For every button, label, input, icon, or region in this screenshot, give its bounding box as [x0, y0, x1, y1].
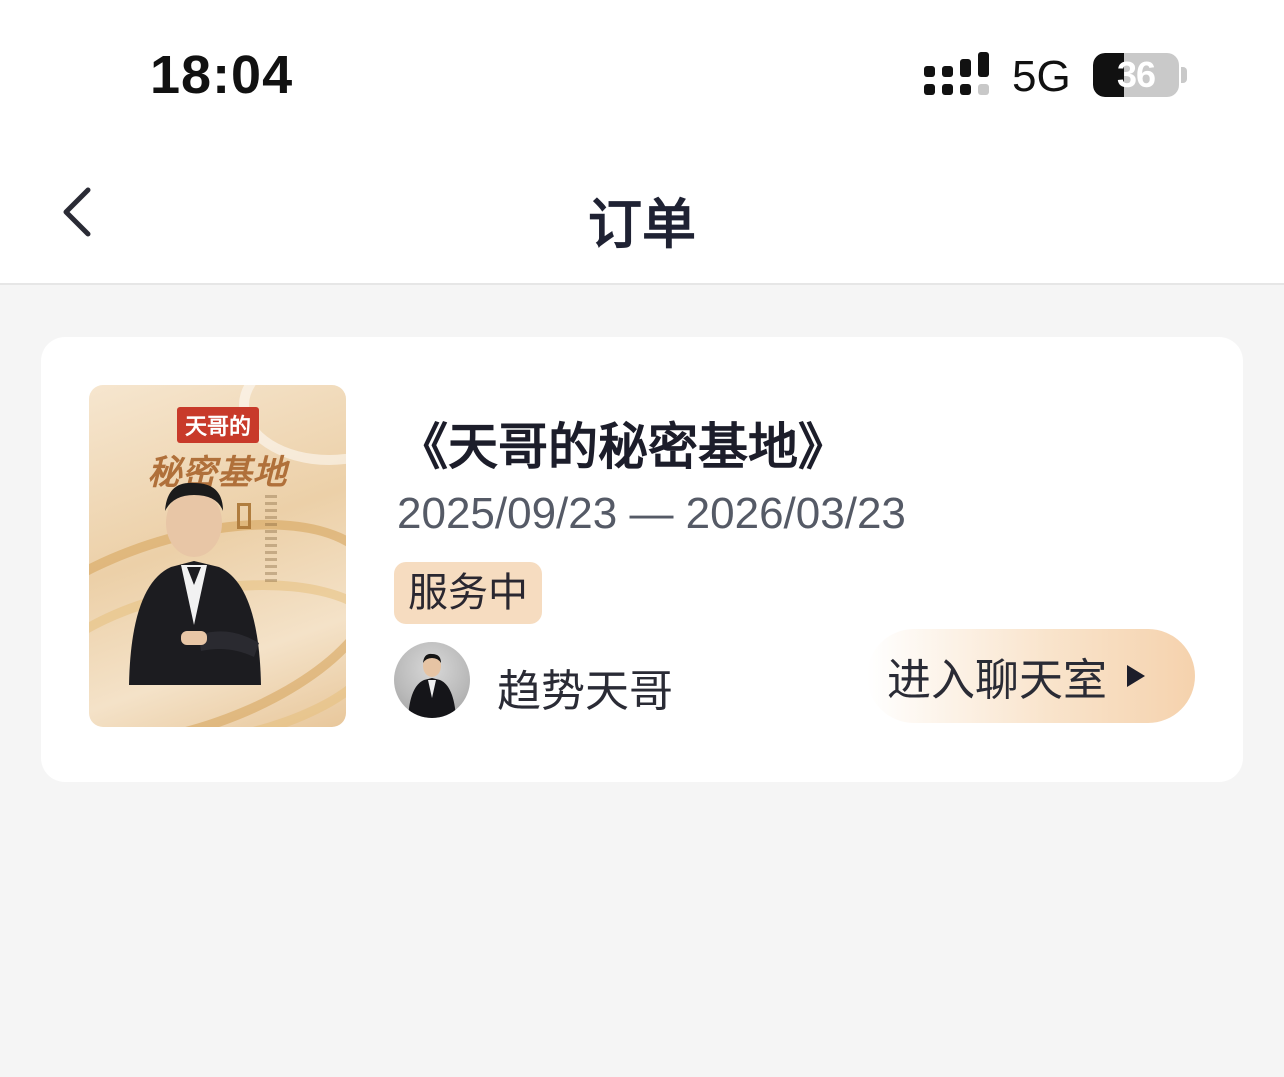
host-avatar-image: [408, 653, 456, 718]
page-title: 订单: [588, 193, 696, 256]
network-type: 5G: [1012, 52, 1071, 101]
order-title: 《天哥的秘密基地》: [398, 418, 848, 476]
signal-bars-icon: [924, 52, 989, 95]
course-poster-image[interactable]: 天哥的 秘密基地: [89, 385, 346, 727]
order-card[interactable]: 天哥的 秘密基地 《天哥的秘密基地》 2025/09/23 — 2026/03/…: [41, 337, 1243, 782]
play-triangle-icon: [1127, 665, 1145, 687]
status-bar: 18:04 5G 36: [0, 0, 1284, 150]
battery-icon: 36: [1093, 53, 1179, 97]
status-badge: 服务中: [394, 562, 542, 624]
host-name[interactable]: 趋势天哥: [497, 655, 673, 719]
enter-chatroom-label: 进入聊天室: [887, 655, 1107, 706]
nav-bar: 订单: [0, 150, 1284, 285]
enter-chatroom-button[interactable]: 进入聊天室: [867, 629, 1195, 723]
battery-tip: [1181, 67, 1187, 83]
presenter-figure: [129, 482, 261, 685]
service-date-range: 2025/09/23 — 2026/03/23: [397, 489, 906, 538]
battery-percent: 36: [1116, 54, 1156, 95]
status-time: 18:04: [150, 45, 294, 105]
host-avatar[interactable]: [394, 642, 470, 718]
